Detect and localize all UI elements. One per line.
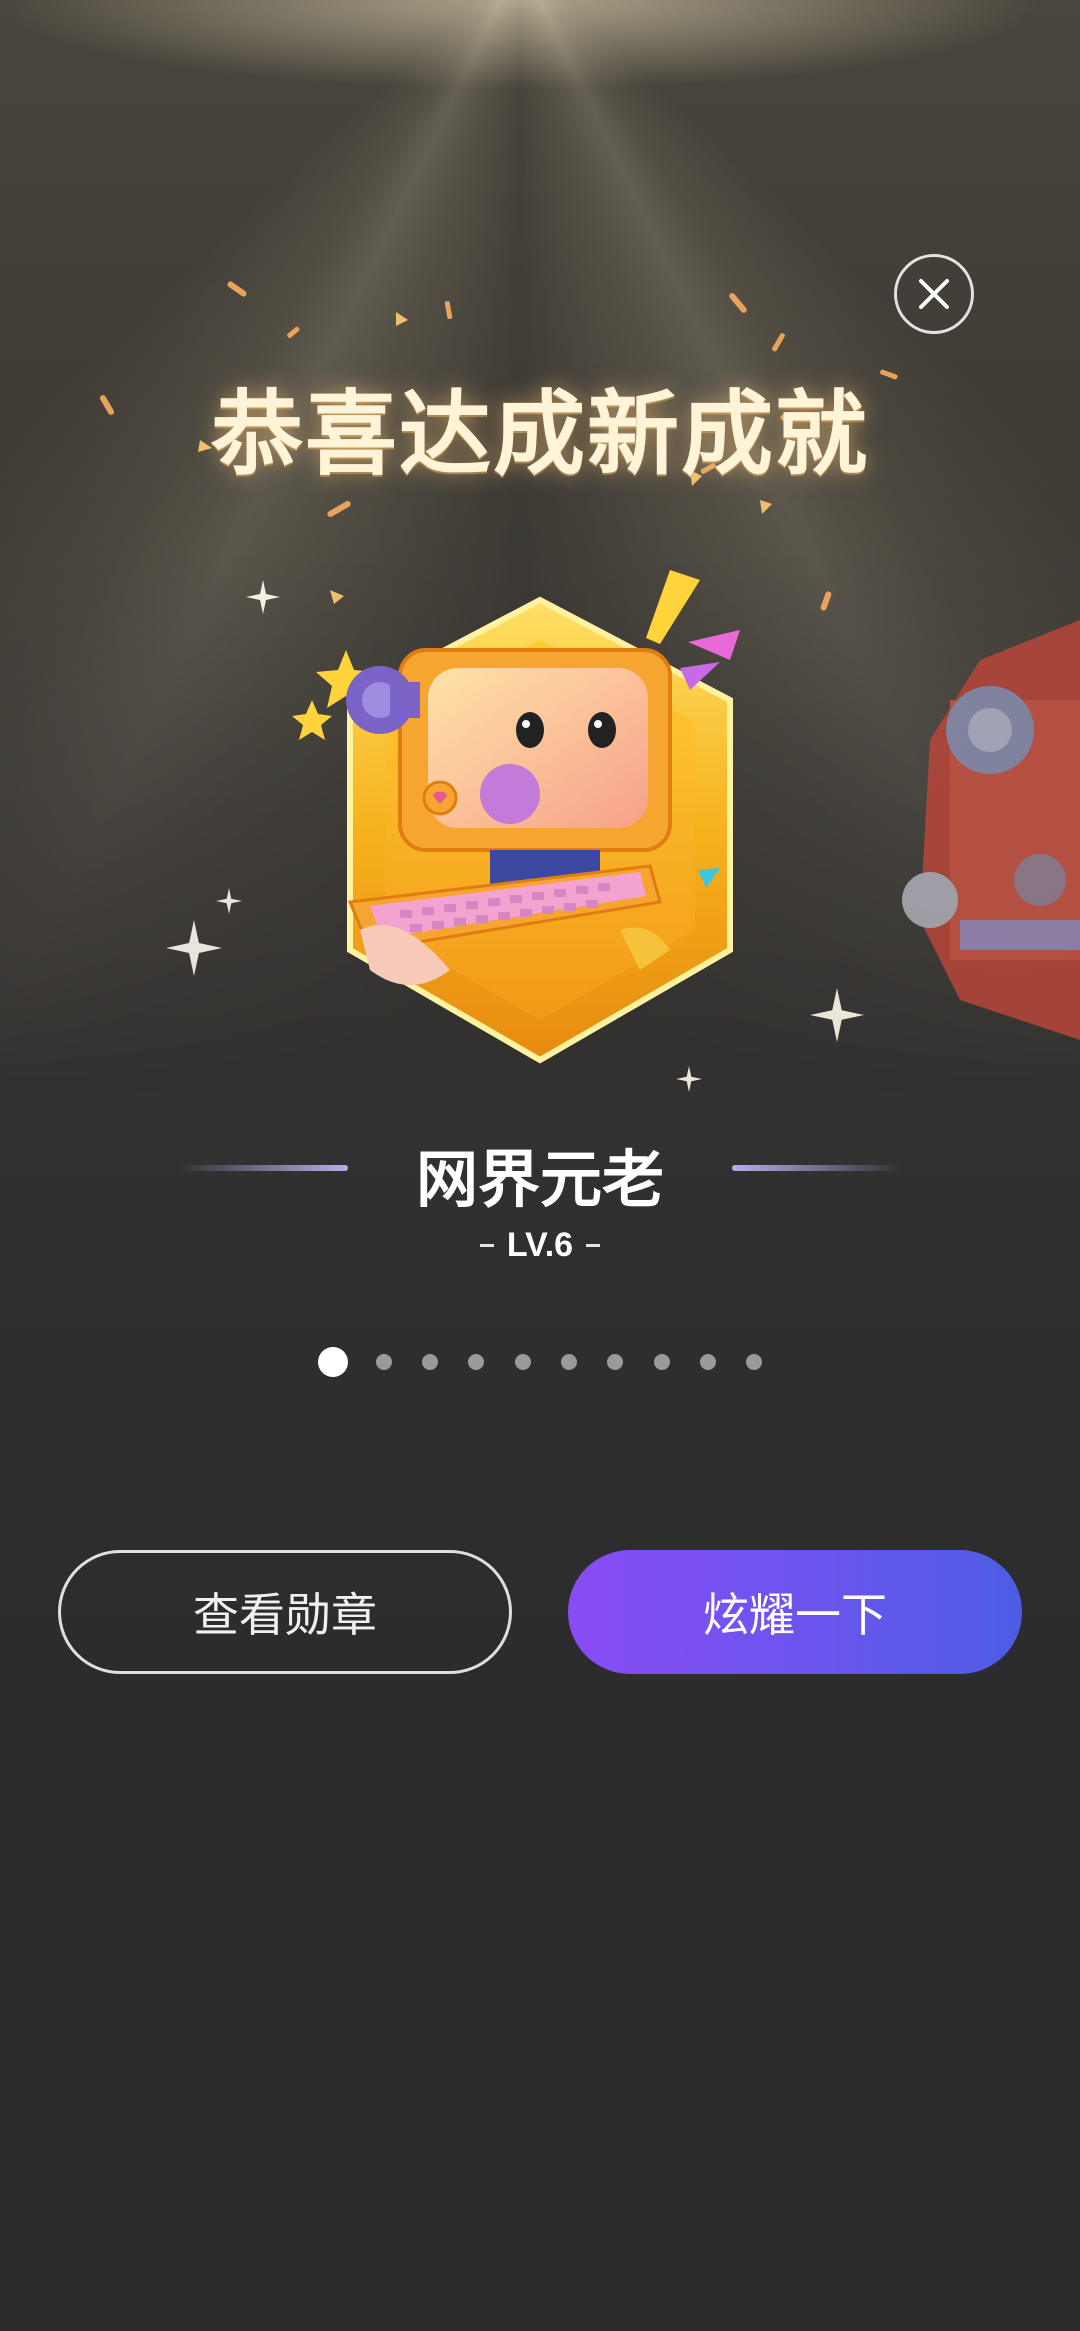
pagination-dot[interactable] bbox=[561, 1354, 577, 1370]
pagination-dot[interactable] bbox=[746, 1354, 762, 1370]
decorative-line-right bbox=[732, 1165, 902, 1171]
view-badges-button[interactable]: 查看勋章 bbox=[58, 1550, 512, 1674]
achievement-title: 恭喜达成新成就 bbox=[210, 384, 869, 486]
pagination-dot[interactable] bbox=[654, 1354, 670, 1370]
level-dash-left bbox=[479, 1244, 494, 1247]
badge-name: 网界元老 bbox=[415, 1146, 664, 1215]
badge-level: LV.6 bbox=[506, 1226, 574, 1264]
badge-level-row: LV.6 bbox=[0, 1226, 1080, 1276]
next-badge-preview bbox=[902, 620, 1080, 1040]
pagination-dot[interactable] bbox=[607, 1354, 623, 1370]
close-button[interactable] bbox=[894, 254, 974, 334]
pagination-dot[interactable] bbox=[515, 1354, 531, 1370]
sparkle-icon bbox=[810, 988, 864, 1042]
pagination-dot[interactable] bbox=[376, 1354, 392, 1370]
pagination-dot-active[interactable] bbox=[318, 1347, 348, 1377]
badge-name-row: 网界元老 bbox=[0, 1125, 1080, 1215]
sparkle-icon bbox=[216, 888, 242, 914]
sparkle-icon bbox=[166, 920, 222, 976]
show-off-button[interactable]: 炫耀一下 bbox=[568, 1550, 1022, 1674]
sparkle-icon bbox=[246, 580, 280, 614]
retro-computer-badge-icon bbox=[292, 570, 740, 1064]
level-dash-right bbox=[586, 1244, 601, 1247]
pagination-dot[interactable] bbox=[468, 1354, 484, 1370]
pagination-dot[interactable] bbox=[422, 1354, 438, 1370]
close-icon bbox=[919, 279, 949, 309]
pagination-dot[interactable] bbox=[700, 1354, 716, 1370]
